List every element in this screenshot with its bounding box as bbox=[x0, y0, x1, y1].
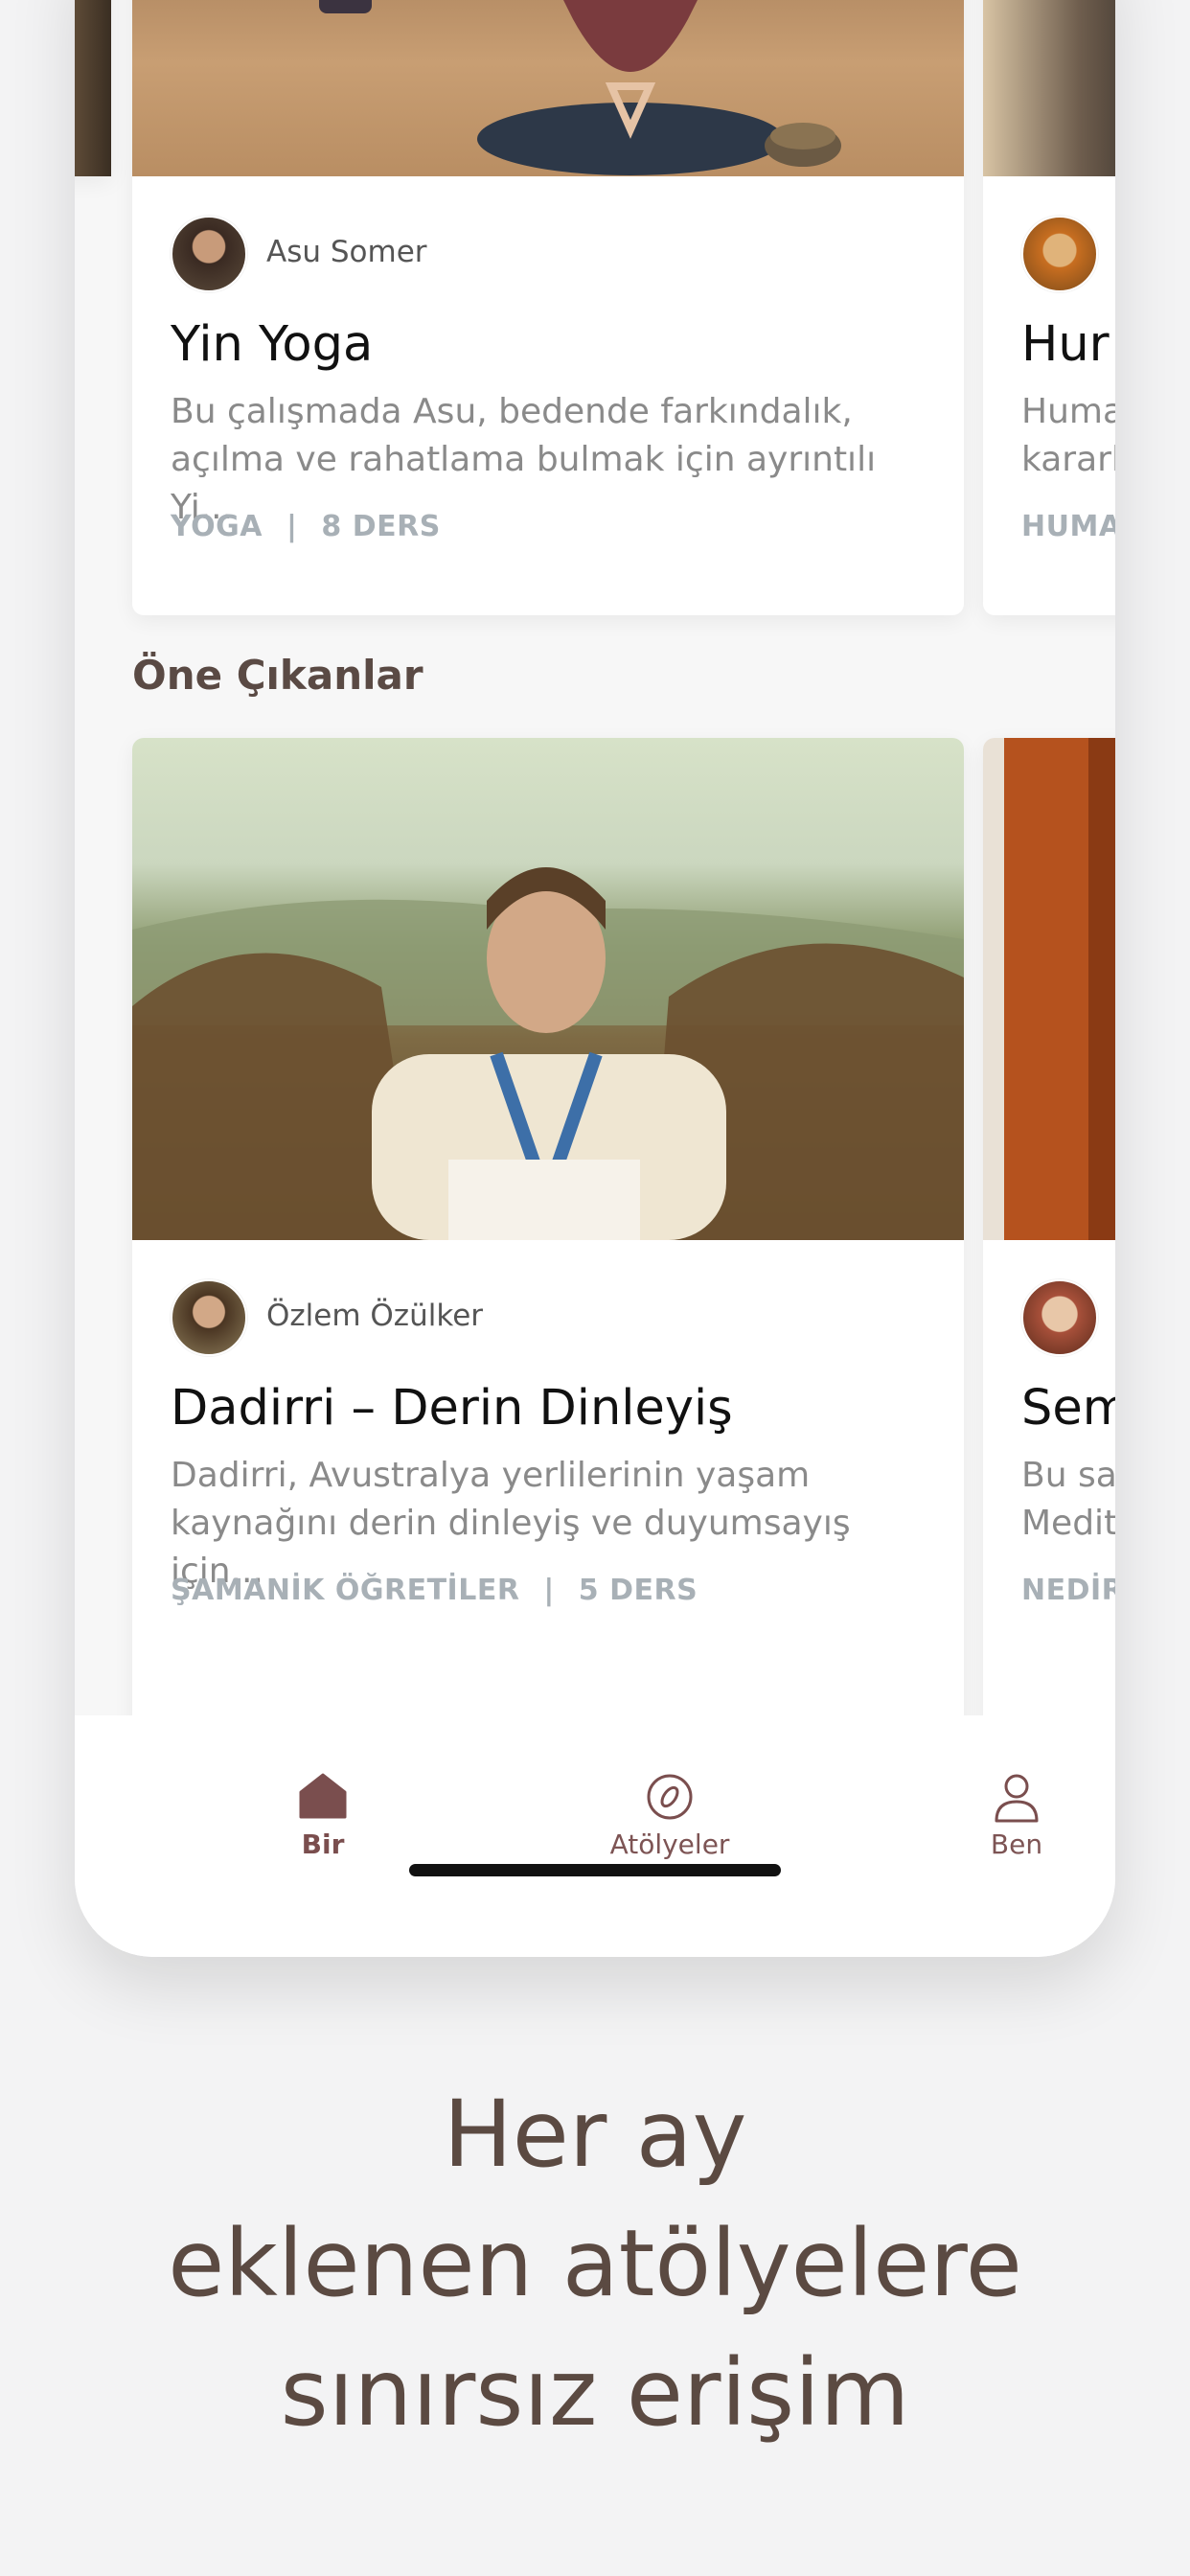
card-title: Hur bbox=[1021, 316, 1110, 373]
description-line: Medit bbox=[1021, 1504, 1115, 1543]
avatar bbox=[171, 1279, 247, 1356]
card-meta: ŞAMANİK ÖĞRETİLER | 5 DERS bbox=[171, 1574, 698, 1607]
home-feed: Asu Somer Yin Yoga Bu çalışmada Asu, bed… bbox=[75, 0, 1115, 1715]
card-author: Asu Somer bbox=[266, 235, 427, 269]
card-author: Özlem Özülker bbox=[266, 1299, 484, 1333]
tab-ben[interactable]: Ben bbox=[911, 1715, 1115, 1860]
workshop-card-peek-left[interactable] bbox=[75, 0, 111, 176]
card-title: Yin Yoga bbox=[171, 316, 374, 373]
card-image bbox=[983, 0, 1115, 176]
card-category: ŞAMANİK ÖĞRETİLER bbox=[171, 1574, 520, 1607]
card-category: YOGA bbox=[171, 510, 263, 543]
meta-separator: | bbox=[543, 1574, 555, 1607]
tab-bar: Bir Atölyeler Ben bbox=[75, 1715, 1115, 1957]
headline-line-1: Her ay bbox=[443, 2081, 747, 2188]
card-description: Bu sa Medit bbox=[1021, 1452, 1115, 1548]
dadirri-card-image bbox=[132, 738, 964, 1240]
tab-label: Ben bbox=[990, 1828, 1043, 1860]
card-image bbox=[75, 0, 111, 176]
meta-separator: | bbox=[286, 510, 298, 543]
card-image bbox=[983, 738, 1115, 1240]
card-description: Huma kararl bbox=[1021, 388, 1115, 484]
workshop-card-yin-yoga[interactable]: Asu Somer Yin Yoga Bu çalışmada Asu, bed… bbox=[132, 0, 964, 615]
home-icon bbox=[299, 1773, 347, 1819]
workshop-card-peek-right[interactable]: Hur Huma kararl HUMA bbox=[983, 0, 1115, 615]
card-title: Dadirri – Derin Dinleyiş bbox=[171, 1380, 733, 1437]
yoga-card-image bbox=[132, 0, 964, 176]
avatar bbox=[1021, 1279, 1098, 1356]
phone-frame: Asu Somer Yin Yoga Bu çalışmada Asu, bed… bbox=[75, 0, 1115, 1957]
tab-bir[interactable]: Bir bbox=[217, 1715, 428, 1860]
headline-line-2: eklenen atölyelere bbox=[168, 2210, 1022, 2317]
card-meta: YOGA | 8 DERS bbox=[171, 510, 441, 543]
avatar bbox=[1021, 216, 1098, 292]
card-category: HUMA bbox=[1021, 510, 1115, 543]
description-line: kararl bbox=[1021, 440, 1115, 479]
workshop-card-peek-right-featured[interactable]: Sem Bu sa Medit NEDİR bbox=[983, 738, 1115, 1715]
profile-icon bbox=[995, 1774, 1039, 1823]
home-indicator[interactable] bbox=[409, 1864, 781, 1876]
workshops-icon bbox=[647, 1774, 693, 1820]
description-line: Bu sa bbox=[1021, 1456, 1115, 1495]
workshop-card-dadirri[interactable]: Özlem Özülker Dadirri – Derin Dinleyiş D… bbox=[132, 738, 964, 1715]
headline-line-3: sınırsız erişim bbox=[280, 2339, 910, 2447]
tab-label: Bir bbox=[301, 1828, 345, 1860]
card-category: NEDİR bbox=[1021, 1574, 1115, 1607]
description-line: Huma bbox=[1021, 392, 1115, 431]
card-lesson-count: 8 DERS bbox=[321, 510, 441, 543]
card-title: Sem bbox=[1021, 1380, 1115, 1437]
card-lesson-count: 5 DERS bbox=[578, 1574, 698, 1607]
tab-atolyeler[interactable]: Atölyeler bbox=[564, 1715, 775, 1860]
section-title: Öne Çıkanlar bbox=[132, 652, 423, 699]
avatar bbox=[171, 216, 247, 292]
tab-label: Atölyeler bbox=[609, 1828, 730, 1860]
